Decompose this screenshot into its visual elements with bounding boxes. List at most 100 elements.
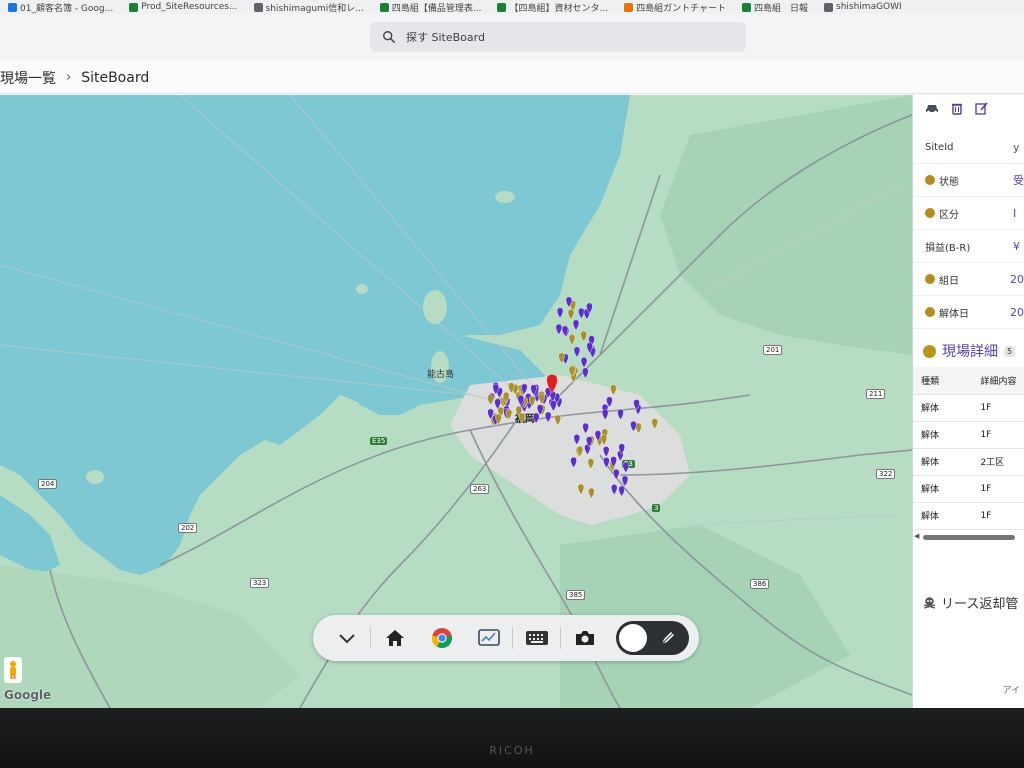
bookmark-icon — [824, 2, 834, 12]
table-horizontal-scrollbar[interactable]: ◀ — [913, 532, 1024, 542]
site-marker[interactable] — [602, 446, 610, 458]
site-marker[interactable] — [573, 434, 581, 446]
site-marker[interactable] — [580, 356, 588, 369]
camera-button[interactable] — [561, 615, 608, 661]
pen-mode-toggle[interactable] — [616, 621, 689, 655]
bookmark-item[interactable]: 01_顧客名簿 - Goog... — [0, 1, 121, 14]
skull-icon — [923, 597, 936, 609]
car-icon[interactable] — [925, 102, 939, 114]
toggle-knob — [619, 624, 648, 652]
site-marker[interactable] — [582, 422, 589, 435]
site-marker[interactable] — [570, 456, 577, 469]
bookmark-item[interactable]: Prod_SiteResources... — [121, 2, 245, 12]
bookmark-item[interactable]: 四島組ガントチャート — [616, 1, 734, 14]
table-cell: 1F — [972, 394, 1024, 422]
bookmark-item[interactable]: 四島組【備品管理表... — [372, 1, 490, 14]
breadcrumb-current: SiteBoard — [81, 69, 150, 86]
count-badge: 5 — [1004, 345, 1016, 357]
site-marker[interactable] — [582, 367, 589, 379]
bookmark-icon — [379, 2, 389, 12]
table-cell: 1F — [972, 475, 1024, 503]
breadcrumb-parent[interactable]: 現場一覧 — [0, 68, 56, 88]
table-row[interactable]: 解体 1F — [913, 475, 1024, 503]
prop-label: SiteId — [925, 141, 954, 153]
prop-label: 組日 — [939, 275, 959, 287]
site-marker[interactable] — [610, 384, 617, 396]
scrollbar-thumb[interactable] — [923, 534, 1015, 540]
site-marker[interactable] — [610, 484, 618, 496]
site-marker[interactable] — [577, 483, 585, 495]
table-cell: 解体 — [913, 475, 973, 503]
site-marker[interactable] — [618, 485, 625, 497]
site-marker[interactable] — [555, 323, 563, 336]
site-marker[interactable] — [603, 457, 610, 469]
search-input[interactable]: 探す SiteBoard — [370, 22, 746, 52]
table-row[interactable]: 解体 1F — [913, 502, 1024, 530]
site-marker[interactable] — [573, 346, 581, 358]
panel-footer-text: アイ — [1002, 686, 1020, 696]
prop-row-siteid: SiteId y — [913, 131, 1024, 164]
camera-icon — [575, 631, 594, 645]
keyboard-button[interactable] — [513, 615, 560, 661]
table-cell: 解体 — [913, 448, 973, 476]
pen-icon — [660, 630, 676, 646]
edit-icon[interactable] — [975, 101, 988, 115]
site-marker[interactable] — [556, 307, 564, 319]
home-button[interactable] — [371, 615, 418, 661]
prop-value: 20 — [1010, 305, 1024, 319]
table-row[interactable]: 解体 1F — [913, 394, 1024, 422]
street-view-pegman[interactable] — [4, 657, 22, 683]
scroll-left-icon[interactable]: ◀ — [914, 532, 919, 540]
table-row[interactable]: 解体 2工区 — [913, 448, 1024, 476]
table-row[interactable]: 解体 1F — [913, 421, 1024, 449]
column-header[interactable]: 種類 — [913, 367, 973, 395]
site-marker[interactable] — [518, 412, 526, 424]
prop-value: ¥ — [1013, 239, 1020, 253]
chrome-button[interactable] — [418, 615, 465, 661]
table-cell: 2工区 — [972, 448, 1024, 476]
site-marker[interactable] — [532, 412, 540, 424]
whiteboard-button[interactable] — [465, 615, 512, 661]
site-marker[interactable] — [550, 400, 557, 412]
site-marker[interactable] — [487, 394, 494, 406]
column-header[interactable]: 詳細内容 — [972, 367, 1024, 395]
site-marker[interactable] — [617, 408, 624, 421]
site-marker[interactable] — [580, 330, 587, 343]
site-marker[interactable] — [567, 309, 575, 321]
floating-toolbar — [313, 615, 699, 661]
prop-value: y — [1013, 140, 1020, 154]
site-marker[interactable] — [651, 418, 659, 430]
bookmark-icon — [129, 2, 139, 12]
site-marker[interactable] — [621, 475, 629, 487]
site-marker[interactable] — [578, 307, 585, 320]
trash-icon[interactable] — [951, 102, 963, 115]
site-marker[interactable] — [544, 411, 552, 423]
bookmark-item[interactable]: shishimaGOWI — [816, 2, 910, 12]
search-icon — [383, 31, 396, 44]
bookmark-item[interactable]: 四島組 日報 — [734, 1, 816, 14]
prop-label: 区分 — [939, 209, 959, 221]
site-marker[interactable] — [587, 458, 595, 470]
site-marker[interactable] — [588, 487, 595, 499]
section-dot-icon — [923, 344, 936, 358]
detail-section-title: 現場詳細 5 — [913, 335, 1024, 367]
table-cell: 解体 — [913, 502, 973, 530]
bookmark-item[interactable]: 【四島組】資材センタ... — [489, 1, 616, 14]
site-marker[interactable] — [554, 414, 562, 426]
home-icon — [385, 630, 404, 646]
table-cell: 1F — [972, 421, 1024, 449]
site-marker[interactable] — [572, 319, 580, 331]
site-marker[interactable] — [630, 420, 637, 433]
bookmark-item[interactable]: shishimagumi信和レ... — [246, 1, 372, 14]
bookmarks-bar: 01_顧客名簿 - Goog... Prod_SiteResources... … — [0, 0, 1024, 14]
detail-table: 種類 詳細内容 解体 1F 解体 1F 解体 2工区 解体 1F 解体 1F — [913, 367, 1024, 530]
site-marker[interactable] — [568, 334, 576, 346]
prop-value: 受 — [1013, 174, 1024, 187]
site-marker[interactable] — [612, 468, 620, 481]
whiteboard-icon — [477, 629, 500, 646]
prop-row-assembly-date: 組日 20 — [913, 263, 1024, 296]
site-marker[interactable] — [601, 409, 609, 421]
site-marker[interactable] — [600, 434, 608, 446]
site-marker[interactable] — [622, 461, 630, 474]
collapse-button[interactable] — [323, 615, 370, 661]
